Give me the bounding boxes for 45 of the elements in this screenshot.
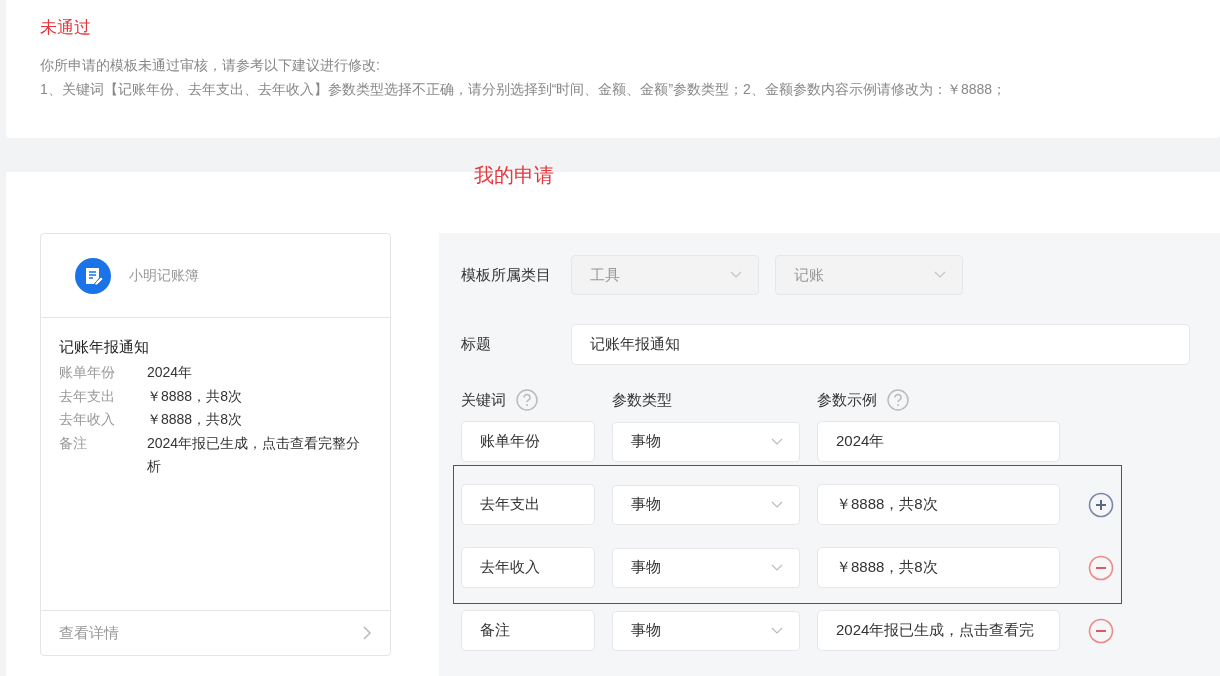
field-value: 2024年 — [147, 363, 194, 382]
parameter-type-select[interactable]: 事物 — [612, 484, 800, 525]
example-field[interactable]: 2024年报已生成，点击查看完 — [817, 610, 1060, 651]
review-status: 未通过 — [40, 17, 92, 39]
keyword-field[interactable]: 账单年份 — [461, 421, 595, 462]
column-header: 关键词 — [461, 390, 506, 410]
chevron-down-icon — [771, 500, 783, 509]
example-field[interactable]: 2024年 — [817, 421, 1060, 462]
keyword-field[interactable]: 备注 — [461, 610, 595, 651]
review-intro: 你所申请的模板未通过审核，请参考以下建议进行修改: — [40, 56, 381, 75]
notepad-icon — [75, 257, 111, 294]
keyword-field[interactable]: 去年收入 — [461, 547, 595, 588]
example-field[interactable]: ￥8888，共8次 — [817, 484, 1060, 525]
remove-button[interactable] — [1088, 554, 1114, 581]
field-label: 去年支出 — [59, 386, 116, 406]
help-icon — [887, 389, 909, 411]
title-label: 标题 — [461, 335, 492, 354]
help-icon — [516, 389, 538, 411]
chevron-down-icon — [771, 626, 783, 635]
remove-button[interactable] — [1088, 617, 1114, 644]
category-label: 模板所属类目 — [461, 265, 552, 285]
chevron-down-icon — [730, 271, 742, 279]
parameter-type-select[interactable]: 事物 — [612, 547, 800, 588]
chevron-right-icon — [363, 626, 372, 640]
field-value: ￥8888，共8次 — [147, 410, 243, 429]
example-field[interactable]: ￥8888，共8次 — [817, 547, 1060, 588]
field-label: 去年收入 — [59, 410, 116, 429]
chevron-down-icon — [934, 271, 946, 279]
column-header: 参数示例 — [817, 390, 877, 410]
field-label: 备注 — [59, 433, 88, 453]
message-title: 记账年报通知 — [59, 338, 150, 357]
field-value: 2024年报已生成，点击查看完整分析 — [147, 433, 362, 476]
chevron-down-icon — [771, 437, 783, 446]
parameter-type-select[interactable]: 事物 — [612, 610, 800, 651]
review-suggestion: 1、关键词【记账年份、去年支出、去年收入】参数类型选择不正确，请分别选择到“时间、金额、金额”参数类型；2、金额参数内容示例请修改为：￥8888； — [40, 80, 1008, 99]
parameter-type-select[interactable]: 事物 — [612, 421, 800, 462]
field-value: ￥8888，共8次 — [147, 386, 243, 406]
keyword-field[interactable]: 去年支出 — [461, 484, 595, 525]
title-field[interactable]: 记账年报通知 — [571, 324, 1190, 365]
column-header: 参数类型 — [612, 390, 672, 410]
add-button[interactable] — [1088, 491, 1114, 518]
field-label: 账单年份 — [59, 363, 116, 382]
chevron-down-icon — [771, 563, 783, 572]
section-title: 我的申请 — [474, 163, 554, 188]
app-name: 小明记账簿 — [129, 266, 199, 285]
